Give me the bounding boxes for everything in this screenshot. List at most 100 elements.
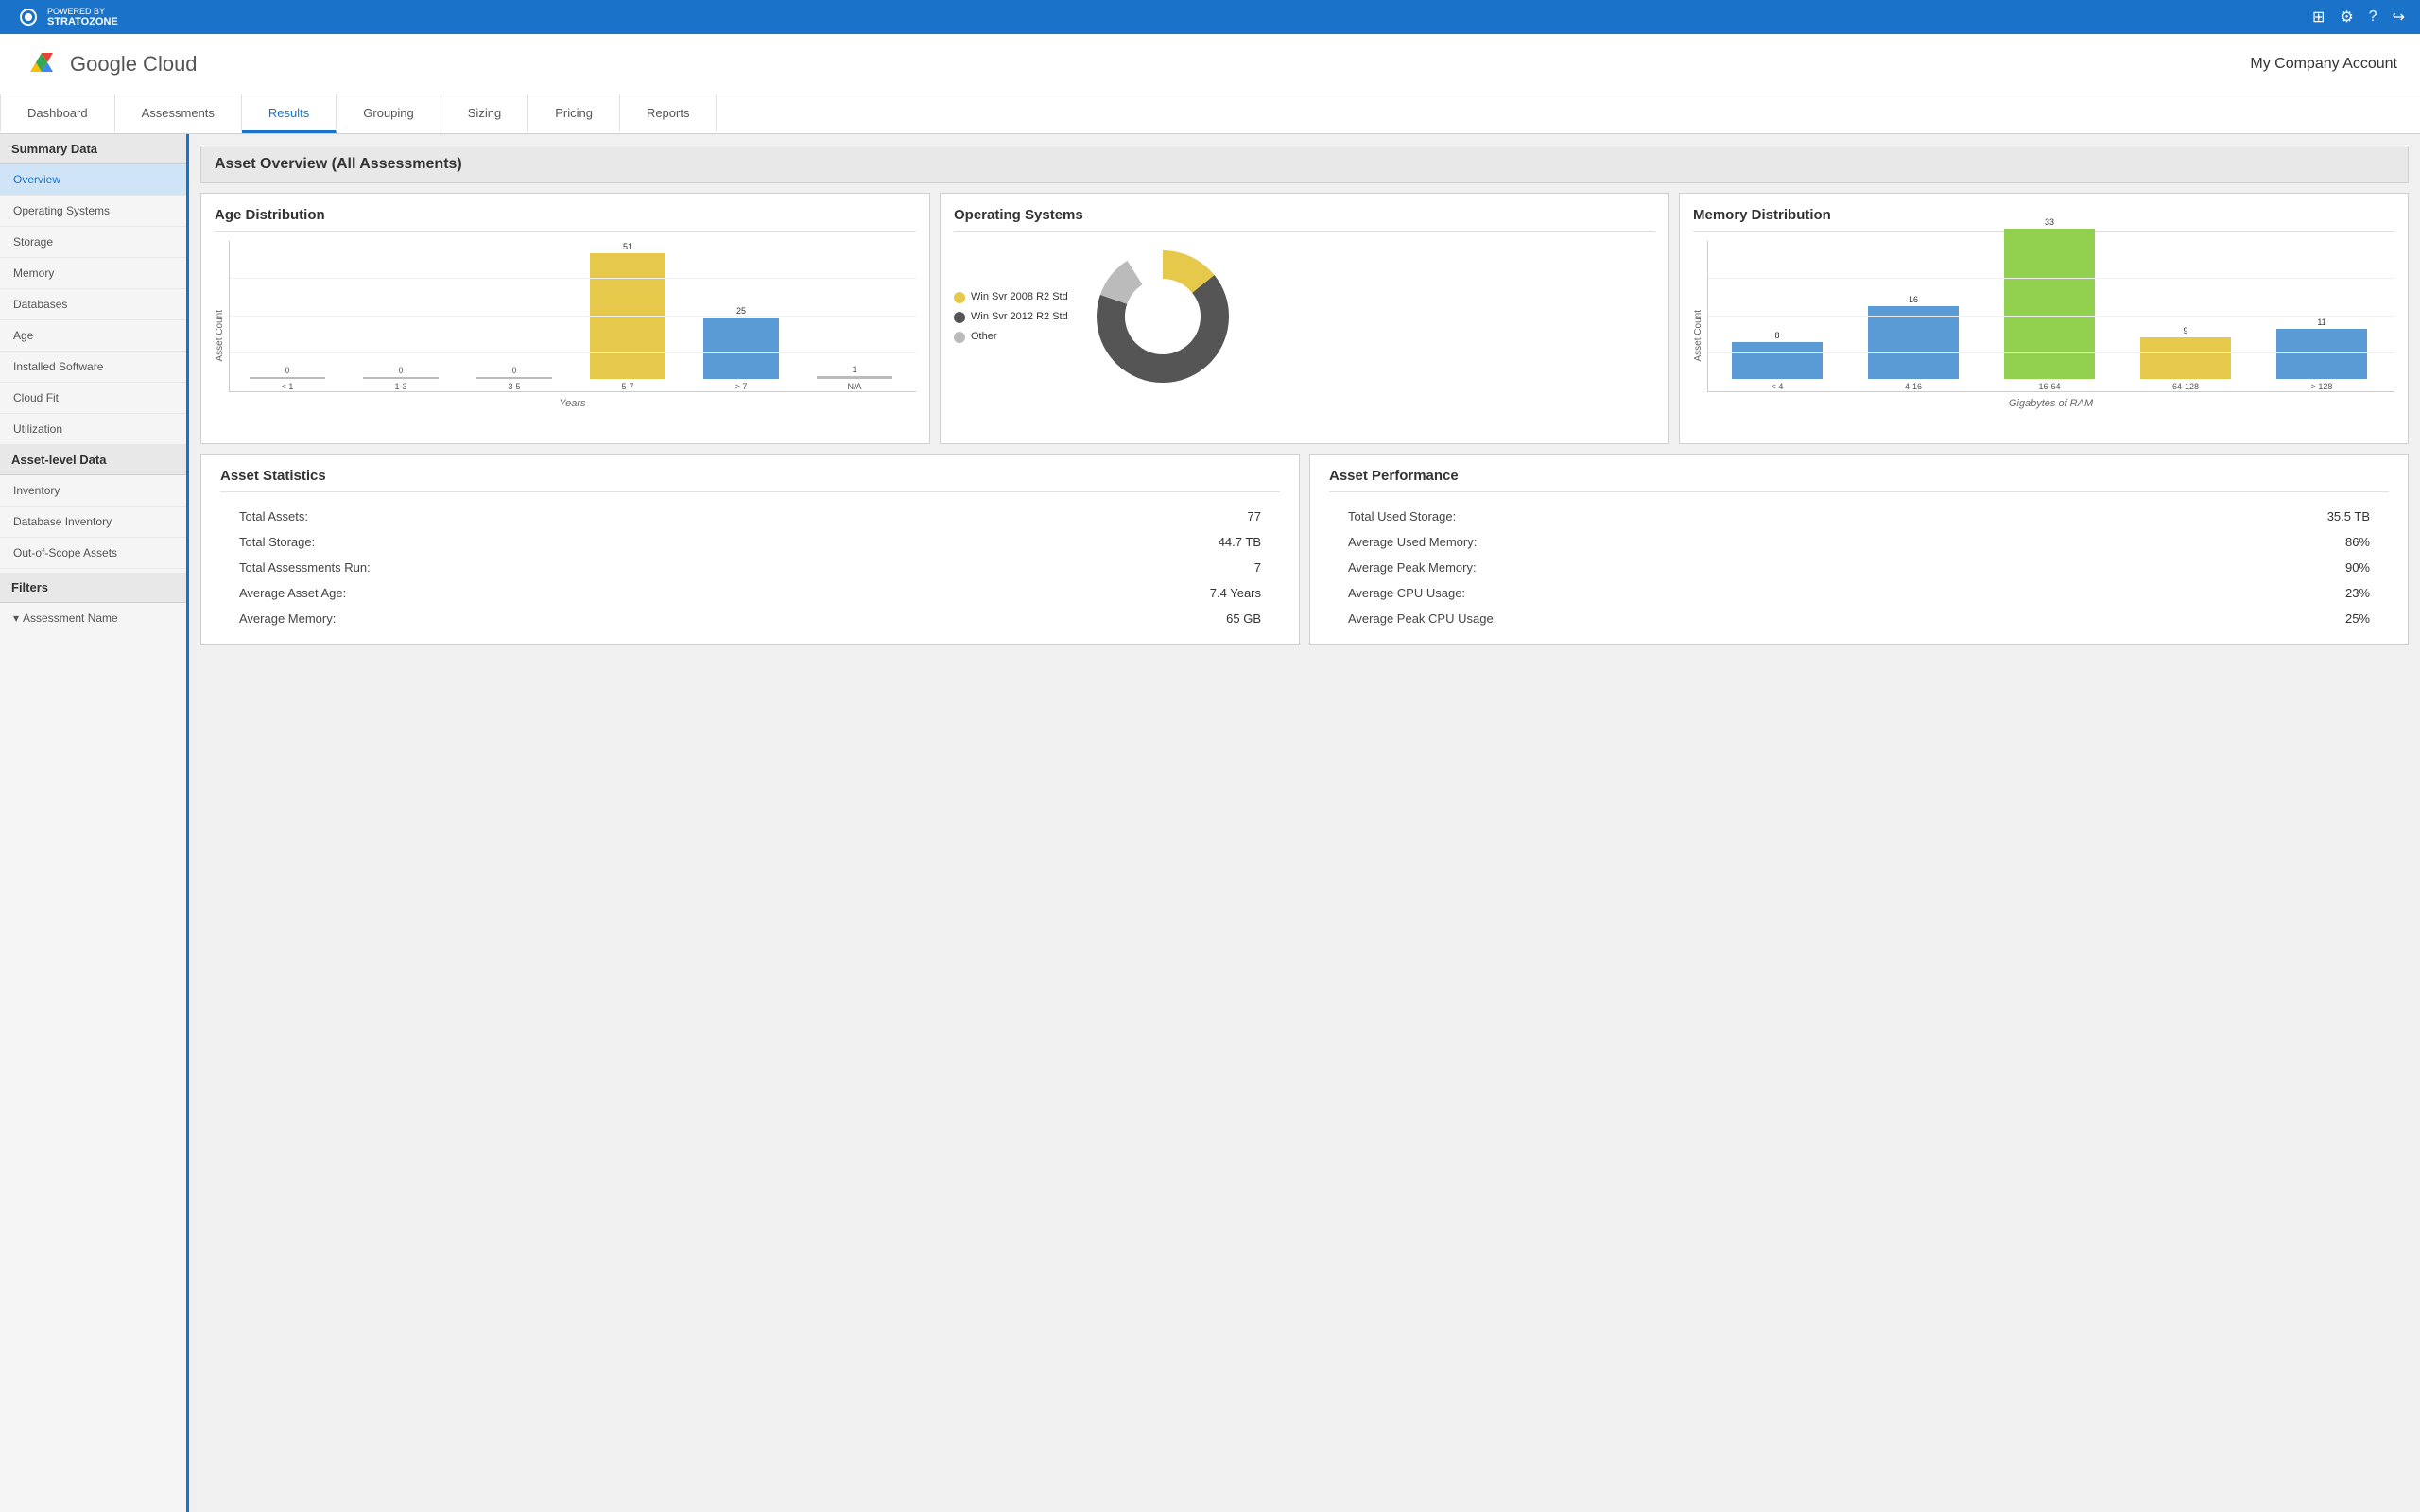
age-x-axis-label: Years	[229, 398, 916, 409]
mem-bar-4-16: 16 4-16	[1848, 295, 1979, 391]
perf-avg-used-memory-label: Average Used Memory:	[1348, 535, 1477, 549]
logo-icon	[15, 4, 42, 30]
google-logo	[23, 45, 60, 83]
perf-avg-cpu: Average CPU Usage: 23%	[1329, 580, 2389, 606]
help-icon[interactable]: ?	[2369, 9, 2377, 26]
settings-icon[interactable]: ⚙	[2340, 8, 2353, 26]
mem-bar-lt4: 8 < 4	[1712, 331, 1842, 391]
stat-avg-age: Average Asset Age: 7.4 Years	[220, 580, 1280, 606]
memory-distribution-card: Memory Distribution Asset Count 8	[1679, 193, 2409, 444]
perf-avg-cpu-label: Average CPU Usage:	[1348, 586, 1465, 600]
bar-gt7: 25 > 7	[687, 306, 795, 391]
sidebar-item-cloud-fit[interactable]: Cloud Fit	[0, 383, 186, 414]
signout-icon[interactable]: ↪	[2393, 8, 2405, 26]
nav-reports[interactable]: Reports	[620, 94, 717, 133]
nav-dashboard[interactable]: Dashboard	[0, 94, 115, 133]
asset-statistics-card: Asset Statistics Total Assets: 77 Total …	[200, 454, 1300, 645]
top-bar-icons: ⊞ ⚙ ? ↪	[2312, 8, 2405, 26]
os-legend: Win Svr 2008 R2 Std Win Svr 2012 R2 Std …	[954, 291, 1068, 343]
sidebar-filter-assessment[interactable]: ▾ Assessment Name	[0, 603, 186, 633]
stat-avg-memory: Average Memory: 65 GB	[220, 606, 1280, 631]
perf-avg-used-memory: Average Used Memory: 86%	[1329, 529, 2389, 555]
stat-total-assessments: Total Assessments Run: 7	[220, 555, 1280, 580]
stat-total-storage-label: Total Storage:	[239, 535, 315, 549]
stat-total-assets-label: Total Assets:	[239, 509, 308, 524]
stat-total-assets-value: 77	[1248, 509, 1261, 524]
perf-avg-cpu-value: 23%	[2345, 586, 2370, 600]
os-legend-win2012: Win Svr 2012 R2 Std	[954, 311, 1068, 323]
perf-avg-peak-cpu: Average Peak CPU Usage: 25%	[1329, 606, 2389, 631]
sidebar-item-installed-software[interactable]: Installed Software	[0, 352, 186, 383]
svg-text:56: 56	[1144, 339, 1157, 353]
bar-lt1: 0 < 1	[233, 366, 341, 391]
stat-avg-memory-label: Average Memory:	[239, 611, 336, 626]
google-cloud-name: Google Cloud	[70, 52, 198, 77]
sidebar-item-overview[interactable]: Overview	[0, 164, 186, 196]
page-title: Asset Overview (All Assessments)	[200, 146, 2409, 183]
bar-1-3: 0 1-3	[347, 366, 455, 391]
main-layout: Summary Data Overview Operating Systems …	[0, 134, 2420, 1512]
os-legend-win2008: Win Svr 2008 R2 Std	[954, 291, 1068, 303]
sidebar-item-databases[interactable]: Databases	[0, 289, 186, 320]
chevron-down-icon: ▾	[13, 611, 19, 625]
os-legend-other: Other	[954, 331, 1068, 343]
svg-text:9: 9	[1160, 293, 1166, 304]
win2012-label: Win Svr 2012 R2 Std	[971, 311, 1068, 322]
sidebar-item-os[interactable]: Operating Systems	[0, 196, 186, 227]
other-dot	[954, 332, 965, 343]
stat-avg-age-label: Average Asset Age:	[239, 586, 346, 600]
bar-5-7: 51 5-7	[574, 242, 682, 391]
sidebar-item-out-of-scope[interactable]: Out-of-Scope Assets	[0, 538, 186, 569]
sidebar-item-age[interactable]: Age	[0, 320, 186, 352]
account-name: My Company Account	[2250, 56, 2397, 73]
perf-avg-peak-cpu-label: Average Peak CPU Usage:	[1348, 611, 1496, 626]
mem-x-axis-label: Gigabytes of RAM	[1707, 398, 2394, 409]
nav-pricing[interactable]: Pricing	[528, 94, 620, 133]
stat-total-storage-value: 44.7 TB	[1219, 535, 1261, 549]
stat-avg-memory-value: 65 GB	[1226, 611, 1261, 626]
summary-data-title: Summary Data	[0, 134, 186, 164]
grid-icon[interactable]: ⊞	[2312, 8, 2325, 26]
sidebar-item-storage[interactable]: Storage	[0, 227, 186, 258]
nav-sizing[interactable]: Sizing	[441, 94, 528, 133]
sidebar-item-inventory[interactable]: Inventory	[0, 475, 186, 507]
nav-bar: Dashboard Assessments Results Grouping S…	[0, 94, 2420, 134]
nav-results[interactable]: Results	[242, 94, 337, 133]
mem-bar-16-64: 33 16-64	[1984, 217, 2115, 391]
nav-grouping[interactable]: Grouping	[337, 94, 441, 133]
sidebar: Summary Data Overview Operating Systems …	[0, 134, 189, 1512]
operating-systems-card: Operating Systems Win Svr 2008 R2 Std Wi…	[940, 193, 1669, 444]
nav-assessments[interactable]: Assessments	[115, 94, 242, 133]
age-distribution-card: Age Distribution Asset Count	[200, 193, 930, 444]
svg-text:12: 12	[1182, 309, 1195, 323]
os-title: Operating Systems	[954, 207, 1655, 232]
os-donut-chart: 9 12 56	[1087, 241, 1238, 392]
stratozone-text: STRATOZONE	[47, 16, 118, 27]
asset-level-data-title: Asset-level Data	[0, 445, 186, 475]
perf-avg-peak-memory-label: Average Peak Memory:	[1348, 560, 1477, 575]
stratozone-logo: POWERED BY STRATOZONE	[15, 4, 118, 30]
bar-na: 1 N/A	[801, 365, 908, 391]
stat-avg-age-value: 7.4 Years	[1210, 586, 1261, 600]
asset-stats-title: Asset Statistics	[220, 468, 1280, 492]
win2012-dot	[954, 312, 965, 323]
assessment-name-label: Assessment Name	[23, 611, 118, 625]
sidebar-item-memory[interactable]: Memory	[0, 258, 186, 289]
header: Google Cloud My Company Account	[0, 34, 2420, 94]
mem-y-axis-label: Asset Count	[1693, 310, 1703, 361]
age-y-axis-label: Asset Count	[215, 310, 225, 361]
stat-total-assets: Total Assets: 77	[220, 504, 1280, 529]
perf-avg-peak-memory: Average Peak Memory: 90%	[1329, 555, 2389, 580]
stats-row: Asset Statistics Total Assets: 77 Total …	[200, 454, 2409, 645]
perf-avg-used-memory-value: 86%	[2345, 535, 2370, 549]
filters-title: Filters	[0, 573, 186, 603]
perf-used-storage-label: Total Used Storage:	[1348, 509, 1456, 524]
os-chart: Win Svr 2008 R2 Std Win Svr 2012 R2 Std …	[954, 241, 1655, 392]
sidebar-item-utilization[interactable]: Utilization	[0, 414, 186, 445]
asset-performance-card: Asset Performance Total Used Storage: 35…	[1309, 454, 2409, 645]
google-cloud-logo: Google Cloud	[23, 45, 198, 83]
sidebar-item-database-inventory[interactable]: Database Inventory	[0, 507, 186, 538]
stat-total-storage: Total Storage: 44.7 TB	[220, 529, 1280, 555]
mem-bar-gt128: 11 > 128	[2256, 318, 2387, 391]
stat-total-assessments-label: Total Assessments Run:	[239, 560, 371, 575]
